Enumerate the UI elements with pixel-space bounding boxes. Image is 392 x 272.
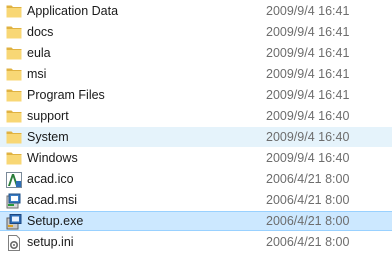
file-date: 2009/9/4 16:41: [266, 46, 350, 60]
folder-icon: [6, 88, 22, 102]
file-row[interactable]: docs 2009/9/4 16:41: [0, 22, 392, 42]
file-name: docs: [27, 25, 54, 39]
file-row[interactable]: Application Data 2009/9/4 16:41: [0, 1, 392, 21]
file-row[interactable]: setup.ini 2006/4/21 8:00: [0, 232, 392, 252]
file-date: 2006/4/21 8:00: [266, 193, 350, 207]
file-row[interactable]: Setup.exe 2006/4/21 8:00: [0, 211, 392, 231]
folder-icon: [6, 109, 22, 123]
file-name: Program Files: [27, 88, 105, 102]
file-name: acad.ico: [27, 172, 74, 186]
file-row[interactable]: Program Files 2009/9/4 16:41: [0, 85, 392, 105]
file-row[interactable]: acad.ico 2006/4/21 8:00: [0, 169, 392, 189]
file-name: msi: [27, 67, 47, 81]
folder-icon: [6, 151, 22, 165]
file-name: Application Data: [27, 4, 119, 18]
file-name: eula: [27, 46, 51, 60]
file-row[interactable]: acad.msi 2006/4/21 8:00: [0, 190, 392, 210]
settings-file-icon: [6, 235, 22, 251]
folder-icon: [6, 4, 22, 18]
file-date: 2009/9/4 16:41: [266, 88, 350, 102]
file-date: 2009/9/4 16:41: [266, 4, 350, 18]
file-name: support: [27, 109, 69, 123]
file-list: Application Data 2009/9/4 16:41 docs 200…: [0, 0, 392, 272]
setup-application-icon: [6, 214, 22, 230]
file-row[interactable]: support 2009/9/4 16:40: [0, 106, 392, 126]
file-date: 2009/9/4 16:40: [266, 109, 350, 123]
installer-package-icon: [6, 193, 22, 209]
folder-icon: [6, 25, 22, 39]
file-date: 2006/4/21 8:00: [266, 235, 350, 249]
folder-icon: [6, 67, 22, 81]
file-date: 2009/9/4 16:40: [266, 151, 350, 165]
file-row[interactable]: System 2009/9/4 16:40: [0, 127, 392, 147]
file-name: Windows: [27, 151, 78, 165]
file-row[interactable]: Windows 2009/9/4 16:40: [0, 148, 392, 168]
file-date: 2009/9/4 16:41: [266, 25, 350, 39]
file-name: Setup.exe: [27, 214, 84, 228]
file-name: acad.msi: [27, 193, 78, 207]
file-date: 2006/4/21 8:00: [266, 214, 350, 228]
file-row[interactable]: eula 2009/9/4 16:41: [0, 43, 392, 63]
file-row[interactable]: msi 2009/9/4 16:41: [0, 64, 392, 84]
file-date: 2009/9/4 16:41: [266, 67, 350, 81]
file-name: setup.ini: [27, 235, 74, 249]
file-name: System: [27, 130, 69, 144]
file-date: 2009/9/4 16:40: [266, 130, 350, 144]
autocad-icon: [6, 172, 22, 188]
file-date: 2006/4/21 8:00: [266, 172, 350, 186]
folder-icon: [6, 46, 22, 60]
folder-icon: [6, 130, 22, 144]
